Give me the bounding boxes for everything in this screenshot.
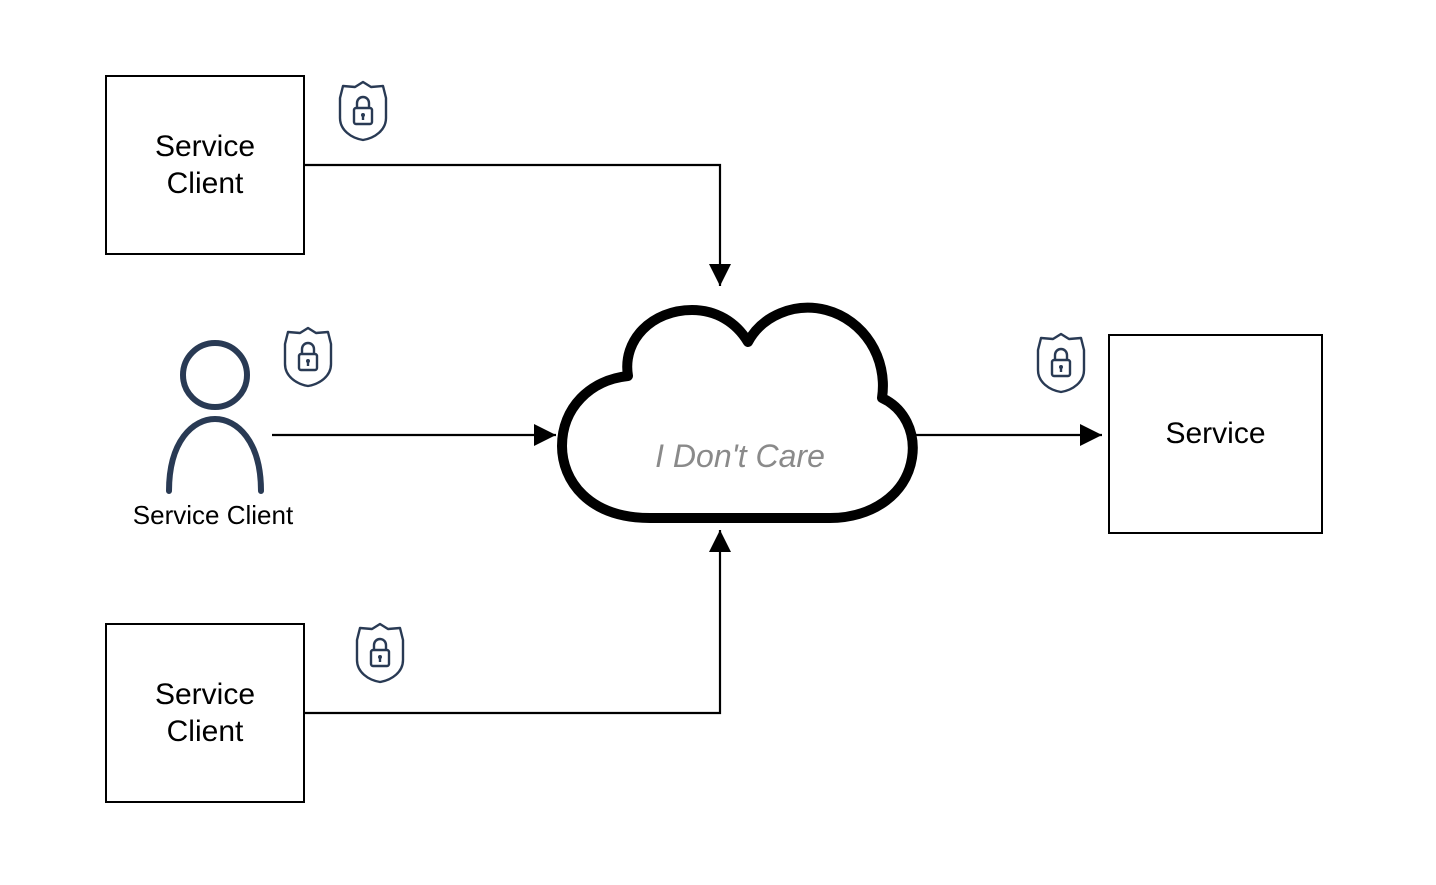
- shield-lock-icon: [352, 620, 408, 686]
- shield-lock-icon: [1033, 330, 1089, 396]
- connectors: [0, 0, 1436, 885]
- shield-lock-icon: [335, 78, 391, 144]
- arrow-client-top-to-cloud: [305, 165, 720, 286]
- diagram-canvas: Service Client Service Client Service Se…: [0, 0, 1436, 885]
- shield-lock-icon: [280, 324, 336, 390]
